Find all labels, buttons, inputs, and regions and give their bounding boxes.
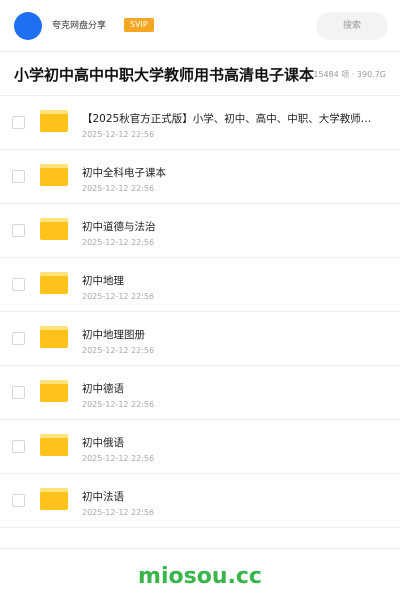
item-name: 【2025秋官方正式版】小学、初中、高中、中职、大学教师用书高清电子课本: [82, 113, 372, 125]
list-item[interactable]: 初中俄语 2025-12-12 22:56: [0, 420, 400, 474]
list-item[interactable]: 初中全科电子课本 2025-12-12 22:56: [0, 150, 400, 204]
item-checkbox[interactable]: [12, 170, 25, 183]
item-name: 初中法语: [82, 491, 124, 503]
item-date: 2025-12-12 22:56: [82, 292, 155, 301]
list-item[interactable]: 初中德语 2025-12-12 22:56: [0, 366, 400, 420]
folder-icon: [40, 326, 68, 348]
item-name: 初中地理: [82, 275, 124, 287]
avatar[interactable]: [14, 12, 42, 40]
item-checkbox[interactable]: [12, 494, 25, 507]
item-name: 初中俄语: [82, 437, 124, 449]
folder-icon: [40, 488, 68, 510]
item-date: 2025-12-12 22:56: [82, 454, 155, 463]
folder-icon: [40, 272, 68, 294]
list-item[interactable]: 初中道德与法治 2025-12-12 22:56: [0, 204, 400, 258]
item-checkbox[interactable]: [12, 278, 25, 291]
search-button[interactable]: 搜索: [316, 12, 388, 40]
item-date: 2025-12-12 22:56: [82, 346, 155, 355]
item-name: 初中道德与法治: [82, 221, 156, 233]
share-title-bar: 小学初中高中中职大学教师用书高清电子课本 15484 项 · 390.7G: [0, 52, 400, 96]
item-date: 2025-12-12 22:56: [82, 508, 155, 517]
list-item[interactable]: 初中法语 2025-12-12 22:56: [0, 474, 400, 528]
username: 夸克网盘分享: [52, 21, 107, 31]
item-name: 初中德语: [82, 383, 124, 395]
site-brand[interactable]: miosou.cc: [0, 563, 400, 591]
item-date: 2025-12-12 22:56: [82, 400, 155, 409]
header: 夸克网盘分享 SVIP 搜索: [0, 0, 400, 52]
svip-badge: SVIP: [124, 18, 154, 32]
item-checkbox[interactable]: [12, 386, 25, 399]
page-title: 小学初中高中中职大学教师用书高清电子课本: [14, 66, 315, 84]
folder-icon: [40, 380, 68, 402]
item-date: 2025-12-12 22:56: [82, 184, 155, 193]
item-date: 2025-12-12 22:56: [82, 238, 155, 247]
folder-icon: [40, 218, 68, 240]
folder-icon: [40, 164, 68, 186]
list-item[interactable]: 初中地理 2025-12-12 22:56: [0, 258, 400, 312]
item-checkbox[interactable]: [12, 440, 25, 453]
item-checkbox[interactable]: [12, 116, 25, 129]
folder-icon: [40, 434, 68, 456]
folder-icon: [40, 110, 68, 132]
footer: miosou.cc: [0, 548, 400, 600]
file-list: 【2025秋官方正式版】小学、初中、高中、中职、大学教师用书高清电子课本 202…: [0, 96, 400, 528]
item-checkbox[interactable]: [12, 224, 25, 237]
item-name: 初中全科电子课本: [82, 167, 166, 179]
list-item[interactable]: 初中地理图册 2025-12-12 22:56: [0, 312, 400, 366]
item-checkbox[interactable]: [12, 332, 25, 345]
list-item[interactable]: 【2025秋官方正式版】小学、初中、高中、中职、大学教师用书高清电子课本 202…: [0, 96, 400, 150]
share-meta: 15484 项 · 390.7G: [313, 70, 386, 79]
item-name: 初中地理图册: [82, 329, 145, 341]
item-date: 2025-12-12 22:56: [82, 130, 155, 139]
